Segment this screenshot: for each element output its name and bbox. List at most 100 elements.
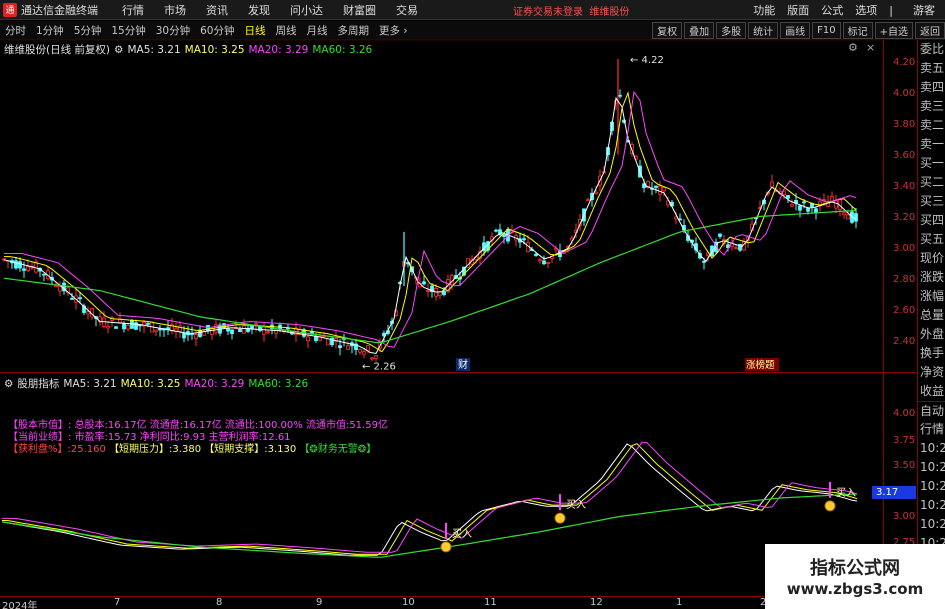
candle-body xyxy=(362,351,366,355)
add-watchlist-button[interactable]: +自选 xyxy=(874,22,913,39)
menu-gongneng[interactable]: 功能 xyxy=(747,2,781,18)
candle xyxy=(110,316,114,327)
side-panel-item[interactable]: 10:24 xyxy=(918,458,945,477)
candle xyxy=(546,261,550,269)
guest-label[interactable]: 游客 xyxy=(899,2,945,18)
period-daily[interactable]: 日线 xyxy=(240,23,271,38)
candle-body xyxy=(42,273,46,276)
period-1min[interactable]: 1分钟 xyxy=(31,23,69,38)
period-multi[interactable]: 多周期 xyxy=(333,23,375,38)
login-warning[interactable]: 证券交易未登录 维维股份 xyxy=(513,3,629,18)
period-more[interactable]: 更多 › xyxy=(374,23,413,38)
candle-body xyxy=(842,212,846,216)
period-15min[interactable]: 15分钟 xyxy=(106,23,150,38)
duogu-button[interactable]: 多股 xyxy=(716,22,747,39)
sub-ma10-line xyxy=(2,443,858,555)
period-monthly[interactable]: 月线 xyxy=(302,23,333,38)
candle xyxy=(438,291,442,300)
menu-xuanxiang[interactable]: 选项 xyxy=(849,2,883,18)
candle xyxy=(734,244,738,250)
candle-body xyxy=(494,229,498,232)
indicator-chart[interactable]: 买入买入买入 xyxy=(0,374,882,596)
side-panel-item: 收益 xyxy=(920,384,945,398)
side-panel-item: 卖三 xyxy=(920,99,945,113)
candle-body xyxy=(210,328,214,335)
candle-body xyxy=(266,331,270,334)
candle xyxy=(158,324,162,337)
candle xyxy=(426,283,430,297)
menu-shichang[interactable]: 市场 xyxy=(154,2,196,18)
sub-axis-label: 3.50 xyxy=(893,460,916,471)
period-5min[interactable]: 5分钟 xyxy=(69,23,107,38)
candle xyxy=(42,273,46,282)
candle xyxy=(618,89,622,99)
biaoji-button[interactable]: 标记 xyxy=(842,22,873,39)
menu-jiaoyi[interactable]: 交易 xyxy=(386,2,428,18)
side-panel-item[interactable]: 行情 xyxy=(918,420,945,439)
date-axis-label: 10 xyxy=(402,597,415,608)
candle xyxy=(22,261,26,278)
sub-axis-label: 3.00 xyxy=(893,511,916,522)
side-panel-item[interactable]: 自动 xyxy=(918,401,945,420)
current-price-tag: 3.17 xyxy=(872,486,916,499)
price-axis-label: 2.80 xyxy=(893,274,916,285)
price-axis-label: 4.20 xyxy=(893,57,916,68)
candle-body xyxy=(114,326,118,329)
candle-body xyxy=(834,200,838,209)
back-button[interactable]: 返回 xyxy=(915,22,945,39)
menu-wenxiaoda[interactable]: 问小达 xyxy=(280,2,333,18)
menu-faxian[interactable]: 发现 xyxy=(238,2,280,18)
period-toolbar: 分时 1分钟 5分钟 15分钟 30分钟 60分钟 日线 周线 月线 多周期 更… xyxy=(0,21,945,40)
menu-banmian[interactable]: 版面 xyxy=(781,2,815,18)
candle xyxy=(138,324,142,332)
price-axis-label: 2.40 xyxy=(893,336,916,347)
stock-name-link[interactable]: 维维股份 xyxy=(589,7,629,18)
side-panel-item[interactable]: 10:24 xyxy=(918,439,945,458)
buy-signal-label: 买入 xyxy=(566,499,586,511)
candle xyxy=(798,204,802,218)
candle xyxy=(34,258,38,274)
side-panel-item: 外盘 xyxy=(920,327,945,341)
price-axis-label: 4.00 xyxy=(893,88,916,99)
side-panel-item[interactable]: 10:24 xyxy=(918,477,945,496)
candle-body xyxy=(426,290,430,292)
kline-chart[interactable]: ← 4.22 ← 2.26 财 涨榜题 xyxy=(0,40,882,372)
candle-body xyxy=(358,348,362,353)
candle xyxy=(46,267,50,281)
fuquan-button[interactable]: 复权 xyxy=(652,22,683,39)
candle xyxy=(58,281,62,297)
candle xyxy=(306,334,310,349)
candle-body xyxy=(338,345,342,349)
menu-caifuquan[interactable]: 财富圈 xyxy=(333,2,386,18)
candle xyxy=(718,233,722,239)
candle xyxy=(174,322,178,339)
buy-signal[interactable]: 买入 xyxy=(554,494,586,524)
menu-zixun[interactable]: 资讯 xyxy=(196,2,238,18)
fund-profit-ratio: 【获利盘%】:25.160 xyxy=(8,444,106,455)
side-panel-item[interactable]: 10:24 xyxy=(918,515,945,534)
app-logo-icon: 通 xyxy=(3,2,17,17)
f10-button[interactable]: F10 xyxy=(812,22,841,39)
pane-divider[interactable] xyxy=(0,372,916,373)
side-panel-item: 买五 xyxy=(920,232,945,246)
side-panel-item[interactable]: 10:24 xyxy=(918,496,945,515)
period-weekly[interactable]: 周线 xyxy=(271,23,302,38)
login-warning-text: 证券交易未登录 xyxy=(513,7,583,18)
huaxian-button[interactable]: 画线 xyxy=(780,22,811,39)
period-30min[interactable]: 30分钟 xyxy=(151,23,195,38)
buy-signal[interactable]: 买入 xyxy=(824,481,856,512)
candle xyxy=(242,319,246,334)
money-bag-icon xyxy=(440,541,452,553)
menu-hangqing[interactable]: 行情 xyxy=(112,2,154,18)
menu-gongshi[interactable]: 公式 xyxy=(815,2,849,18)
side-panel-item: 涨幅 xyxy=(920,289,945,303)
period-60min[interactable]: 60分钟 xyxy=(195,23,239,38)
period-fenshi[interactable]: 分时 xyxy=(0,23,31,38)
date-axis-label: 2024年 xyxy=(2,601,38,609)
candle-body xyxy=(546,261,550,264)
diejia-button[interactable]: 叠加 xyxy=(684,22,715,39)
tongji-button[interactable]: 统计 xyxy=(748,22,779,39)
sub-ma5-line xyxy=(1,443,858,556)
candle-body xyxy=(22,268,26,271)
menu-arrow-icon[interactable]: | xyxy=(883,4,899,17)
